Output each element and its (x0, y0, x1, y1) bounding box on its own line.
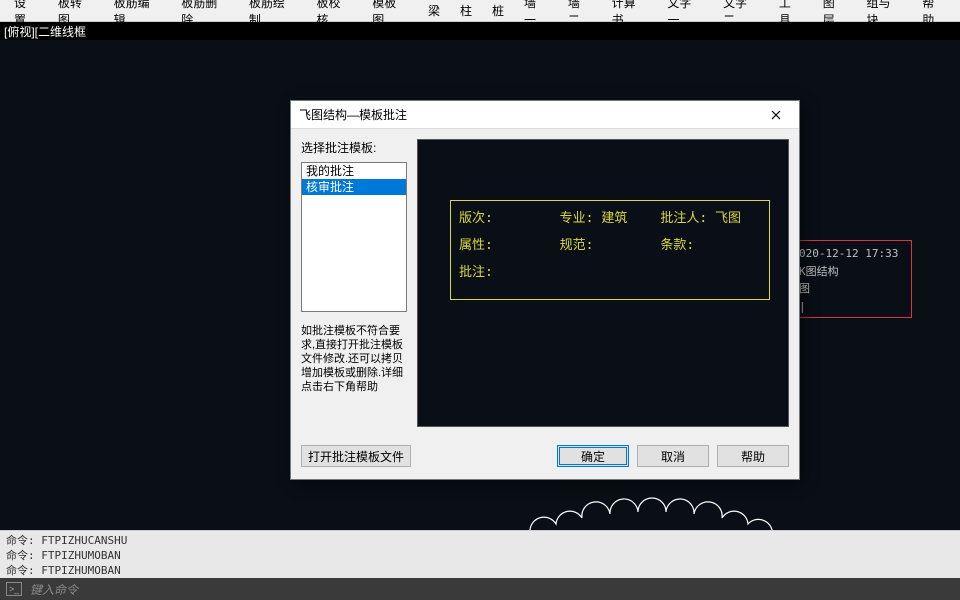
command-history-line: 命令: FTPIZHUMOBAN (6, 548, 954, 563)
menu-item[interactable]: 梁 (418, 0, 450, 22)
command-history-line: 命令: FTPIZHUCANSHU (6, 533, 954, 548)
menu-item[interactable]: 工具 (769, 0, 813, 31)
menu-item[interactable]: 帮助 (912, 0, 956, 31)
command-input-bar[interactable]: >_ 键入命令 (0, 578, 960, 600)
menu-item[interactable]: 桩 (482, 0, 514, 22)
field-revision: 版次: (459, 207, 560, 226)
field-comment: 批注: (459, 261, 761, 280)
field-standard: 规范: (560, 234, 661, 253)
menu-item[interactable]: 组与块 (857, 0, 913, 31)
menu-item[interactable]: 文字一 (657, 0, 713, 31)
stamp-line: 020-12-12 17:33 (799, 245, 905, 263)
field-attribute: 属性: (459, 234, 560, 253)
list-item[interactable]: 核审批注 (302, 179, 406, 195)
annotation-stamp: 020-12-12 17:33 K图结构 图 | (792, 240, 912, 318)
hint-text: 如批注模板不符合要求,直接打开批注模板文件修改.还可以拷贝增加模板或删除.详细点… (301, 324, 407, 394)
menu-item[interactable]: 计算书 (602, 0, 658, 31)
stamp-line: 图 (799, 280, 905, 298)
command-input[interactable]: 键入命令 (30, 581, 78, 598)
annotation-frame: 版次: 专业: 建筑 批注人: 飞图 属性: 规范: 条款: 批注: (450, 200, 770, 300)
menu-item[interactable]: 板筋删除 (171, 0, 239, 31)
menu-item[interactable]: 墙一 (514, 0, 558, 31)
field-discipline: 专业: 建筑 (560, 207, 661, 226)
command-prompt-icon: >_ (6, 582, 22, 596)
list-item[interactable]: 我的批注 (302, 163, 406, 179)
template-preview: 版次: 专业: 建筑 批注人: 飞图 属性: 规范: 条款: 批注: (417, 139, 789, 427)
template-annotation-dialog: 飞图结构—模板批注 选择批注模板: 我的批注核审批注 如批注模板不符合要求,直接… (290, 100, 800, 480)
menu-item[interactable]: 板筋绘制 (239, 0, 307, 31)
open-template-file-button[interactable]: 打开批注模板文件 (301, 445, 411, 467)
menu-item[interactable]: 板校核 (306, 0, 362, 31)
dialog-titlebar: 飞图结构—模板批注 (291, 101, 799, 129)
template-listbox[interactable]: 我的批注核审批注 (301, 162, 407, 312)
menu-item[interactable]: 板筋编辑 (104, 0, 172, 31)
menu-item[interactable]: 图层 (813, 0, 857, 31)
stamp-line: K图结构 (799, 263, 905, 281)
field-annotator: 批注人: 飞图 (660, 207, 761, 226)
menu-item[interactable]: 文字二 (713, 0, 769, 31)
close-icon (771, 110, 781, 120)
main-menubar: 设置板转图板筋编辑板筋删除板筋绘制板校核模板图梁柱桩墙一墙二计算书文字一文字二工… (0, 0, 960, 22)
ok-button[interactable]: 确定 (557, 445, 629, 467)
template-list-label: 选择批注模板: (301, 139, 407, 156)
dialog-title-text: 飞图结构—模板批注 (299, 106, 407, 123)
help-button[interactable]: 帮助 (717, 445, 789, 467)
cancel-button[interactable]: 取消 (637, 445, 709, 467)
close-button[interactable] (761, 104, 791, 126)
command-history-line: 命令: FTPIZHUMOBAN (6, 563, 954, 578)
menu-item[interactable]: 柱 (450, 0, 482, 22)
menu-item[interactable]: 墙二 (558, 0, 602, 31)
command-history: 命令: FTPIZHUCANSHU命令: FTPIZHUMOBAN命令: FTP… (0, 530, 960, 578)
stamp-line: | (799, 298, 905, 316)
menu-item[interactable]: 模板图 (362, 0, 418, 31)
field-clause: 条款: (660, 234, 761, 253)
